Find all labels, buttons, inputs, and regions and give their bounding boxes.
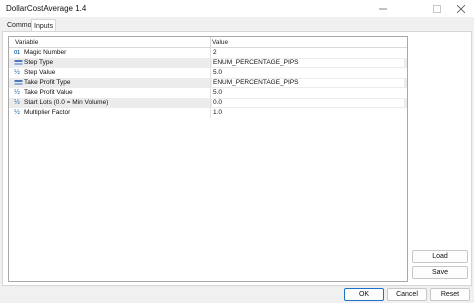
reset-button-label: Reset	[440, 291, 460, 298]
double-icon: ½	[14, 89, 20, 96]
variable-name: Step Type	[24, 59, 54, 66]
variable-name: Take Profit Type	[24, 79, 71, 86]
minimize-icon	[379, 8, 387, 9]
cancel-button[interactable]: Cancel	[387, 288, 427, 301]
value-cell[interactable]: 5.0	[212, 89, 404, 97]
table-row[interactable]: 01 Magic Number 2	[9, 48, 407, 58]
table-row[interactable]: Take Profit Type ENUM_PERCENTAGE_PIPS	[9, 78, 407, 88]
minimize-button[interactable]	[370, 0, 396, 17]
title-bar[interactable]: DollarCostAverage 1.4	[0, 0, 474, 17]
column-header-variable[interactable]: Variable	[15, 39, 38, 46]
value-cell[interactable]: ENUM_PERCENTAGE_PIPS	[212, 79, 404, 87]
close-button[interactable]	[448, 0, 474, 17]
double-icon: ½	[14, 99, 20, 106]
value-cell[interactable]: 2	[212, 49, 404, 57]
column-divider	[210, 98, 211, 108]
column-divider	[210, 88, 211, 98]
cancel-button-label: Cancel	[396, 291, 418, 298]
save-button[interactable]: Save	[412, 266, 468, 279]
value-cell[interactable]: 0.0	[212, 99, 404, 107]
variable-name: Start Lots (0.0 = Min Volume)	[24, 99, 109, 106]
maximize-icon	[433, 4, 441, 13]
variable-name: Multiplier Factor	[24, 109, 71, 116]
table-row[interactable]: ½ Start Lots (0.0 = Min Volume) 0.0	[9, 98, 407, 108]
integer-icon: 01	[14, 50, 21, 56]
window-title: DollarCostAverage 1.4	[6, 4, 87, 13]
value-cell[interactable]: 5.0	[212, 69, 404, 77]
column-divider	[210, 78, 211, 88]
tab-bar: Common Inputs	[0, 17, 474, 32]
load-button[interactable]: Load	[412, 250, 468, 263]
load-button-label: Load	[432, 253, 448, 260]
column-divider	[210, 58, 211, 68]
column-divider	[210, 108, 211, 118]
double-icon: ½	[14, 109, 20, 116]
inputs-grid: Variable Value 01 Magic Number 2 Step Ty…	[8, 36, 408, 282]
reset-button[interactable]: Reset	[430, 288, 470, 301]
table-row[interactable]: ½ Step Value 5.0	[9, 68, 407, 78]
dialog-window: DollarCostAverage 1.4 Common Inputs Vari…	[0, 0, 474, 303]
double-icon: ½	[14, 69, 20, 76]
column-header-value[interactable]: Value	[212, 39, 228, 46]
column-divider	[210, 48, 211, 58]
table-row[interactable]: Step Type ENUM_PERCENTAGE_PIPS	[9, 58, 407, 68]
grid-header: Variable Value	[9, 37, 407, 48]
table-row[interactable]: ½ Multiplier Factor 1.0	[9, 108, 407, 118]
value-cell[interactable]: ENUM_PERCENTAGE_PIPS	[212, 59, 404, 67]
ok-button-label: OK	[358, 291, 370, 298]
value-cell[interactable]: 1.0	[212, 109, 404, 117]
inputs-panel: Variable Value 01 Magic Number 2 Step Ty…	[2, 31, 472, 286]
ok-button[interactable]: OK	[344, 288, 384, 301]
save-button-label: Save	[432, 269, 448, 276]
close-icon	[457, 4, 465, 13]
enum-icon	[14, 79, 23, 87]
enum-icon	[14, 59, 23, 67]
column-divider[interactable]	[210, 37, 211, 48]
maximize-button[interactable]	[424, 0, 450, 17]
table-row[interactable]: ½ Take Profit Value 5.0	[9, 88, 407, 98]
variable-name: Take Profit Value	[24, 89, 73, 96]
variable-name: Step Value	[24, 69, 56, 76]
variable-name: Magic Number	[24, 49, 67, 56]
column-divider	[210, 68, 211, 78]
